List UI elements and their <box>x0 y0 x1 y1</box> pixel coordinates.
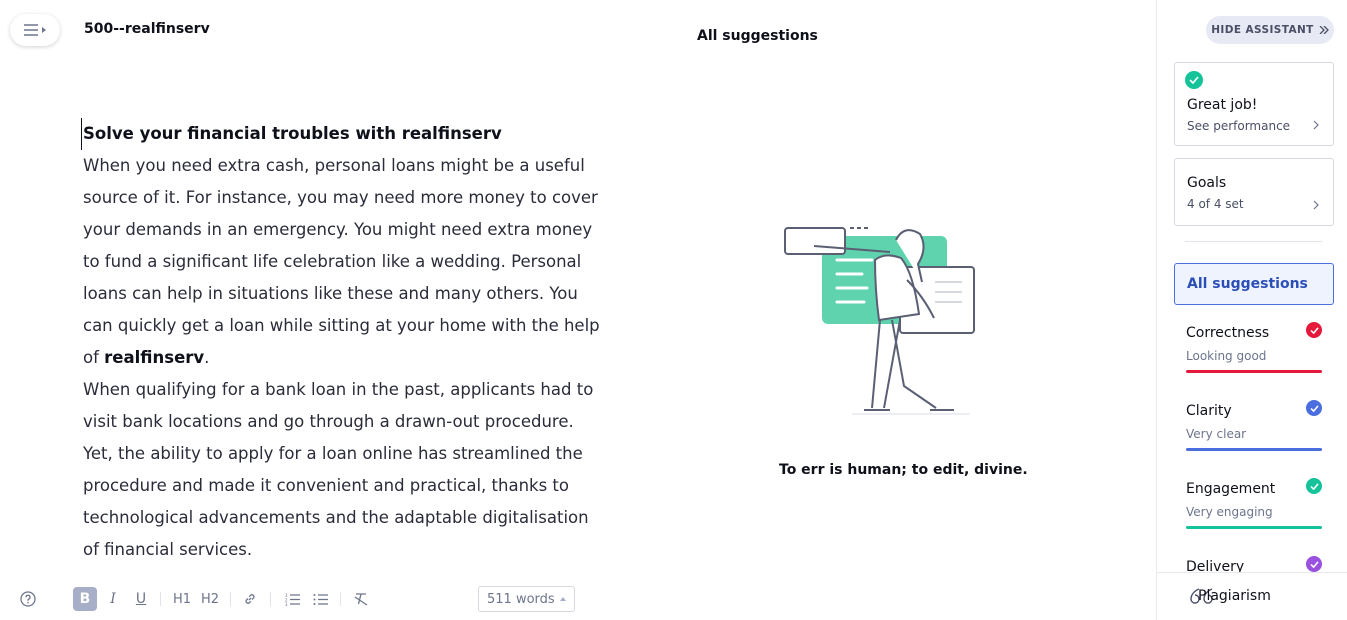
help-icon[interactable] <box>18 582 38 616</box>
assistant-sidebar: HIDE ASSISTANT Great job! See performanc… <box>1156 0 1347 620</box>
category-bar <box>1186 448 1322 451</box>
check-circle-icon <box>1306 322 1322 338</box>
goals-title: Goals <box>1187 175 1227 191</box>
document-heading[interactable]: Solve your financial troubles with realf… <box>81 118 608 150</box>
double-chevron-right-icon <box>1319 26 1329 34</box>
document-editor[interactable]: Solve your financial troubles with realf… <box>81 118 608 566</box>
category-bar <box>1186 526 1322 529</box>
paragraph-1-bold-text: realfinserv <box>104 348 205 367</box>
chevron-right-icon <box>1313 200 1319 210</box>
plagiarism-button[interactable]: Plagiarism <box>1157 572 1347 620</box>
plagiarism-label: Plagiarism <box>1198 588 1271 604</box>
toolbar-divider <box>160 592 161 606</box>
goals-subtitle: 4 of 4 set <box>1187 197 1244 211</box>
category-status: Very clear <box>1186 427 1247 441</box>
chevron-right-icon <box>1313 120 1319 130</box>
underline-button[interactable]: U <box>133 582 149 616</box>
check-circle-icon <box>1185 71 1203 89</box>
performance-subtitle: See performance <box>1187 119 1291 133</box>
category-status: Very engaging <box>1186 505 1273 519</box>
category-engagement[interactable]: Engagement Very engaging <box>1186 478 1322 531</box>
category-clarity[interactable]: Clarity Very clear <box>1186 400 1322 453</box>
formatting-toolbar: B I U H1 H2 123 511 words <box>0 582 600 616</box>
tagline: To err is human; to edit, divine. <box>779 462 1028 478</box>
sidebar-divider <box>1185 241 1322 242</box>
all-suggestions-tab[interactable]: All suggestions <box>1174 263 1334 305</box>
editor-illustration <box>784 227 975 415</box>
check-circle-icon <box>1306 556 1322 572</box>
category-bar <box>1186 370 1322 373</box>
category-name: Clarity <box>1186 403 1232 419</box>
svg-text:3: 3 <box>285 602 288 606</box>
word-count-button[interactable]: 511 words <box>478 586 575 612</box>
performance-card[interactable]: Great job! See performance <box>1174 62 1334 146</box>
word-count-label: 511 words <box>487 591 555 607</box>
menu-button[interactable] <box>10 14 60 46</box>
category-name: Engagement <box>1186 481 1276 497</box>
toolbar-divider <box>270 592 271 606</box>
italic-button[interactable]: I <box>105 582 121 616</box>
caret-up-icon <box>559 597 566 601</box>
hide-assistant-label: HIDE ASSISTANT <box>1211 24 1314 36</box>
paragraph-1-text: When you need extra cash, personal loans… <box>83 156 600 367</box>
link-icon[interactable] <box>242 582 258 616</box>
heading2-button[interactable]: H2 <box>200 582 220 616</box>
check-circle-icon <box>1306 400 1322 416</box>
numbered-list-icon[interactable]: 123 <box>284 582 300 616</box>
toolbar-divider <box>340 592 341 606</box>
clear-formatting-icon[interactable] <box>353 582 369 616</box>
heading1-button[interactable]: H1 <box>172 582 192 616</box>
category-correctness[interactable]: Correctness Looking good <box>1186 322 1322 375</box>
toolbar-divider <box>230 592 231 606</box>
bulleted-list-icon[interactable] <box>312 582 328 616</box>
performance-title: Great job! <box>1187 97 1258 113</box>
suggestions-title: All suggestions <box>697 28 818 44</box>
category-status: Looking good <box>1186 349 1267 363</box>
bold-button[interactable]: B <box>73 587 97 611</box>
goals-card[interactable]: Goals 4 of 4 set <box>1174 158 1334 226</box>
paragraph-1-end: . <box>204 348 210 367</box>
document-title[interactable]: 500--realfinserv <box>84 21 210 37</box>
category-name: Correctness <box>1186 325 1270 341</box>
paragraph-1[interactable]: When you need extra cash, personal loans… <box>83 150 608 374</box>
hide-assistant-button[interactable]: HIDE ASSISTANT <box>1206 16 1334 44</box>
caret-right-icon <box>42 27 46 33</box>
paragraph-2[interactable]: When qualifying for a bank loan in the p… <box>83 374 608 566</box>
check-circle-icon <box>1306 478 1322 494</box>
hamburger-icon <box>24 24 38 36</box>
